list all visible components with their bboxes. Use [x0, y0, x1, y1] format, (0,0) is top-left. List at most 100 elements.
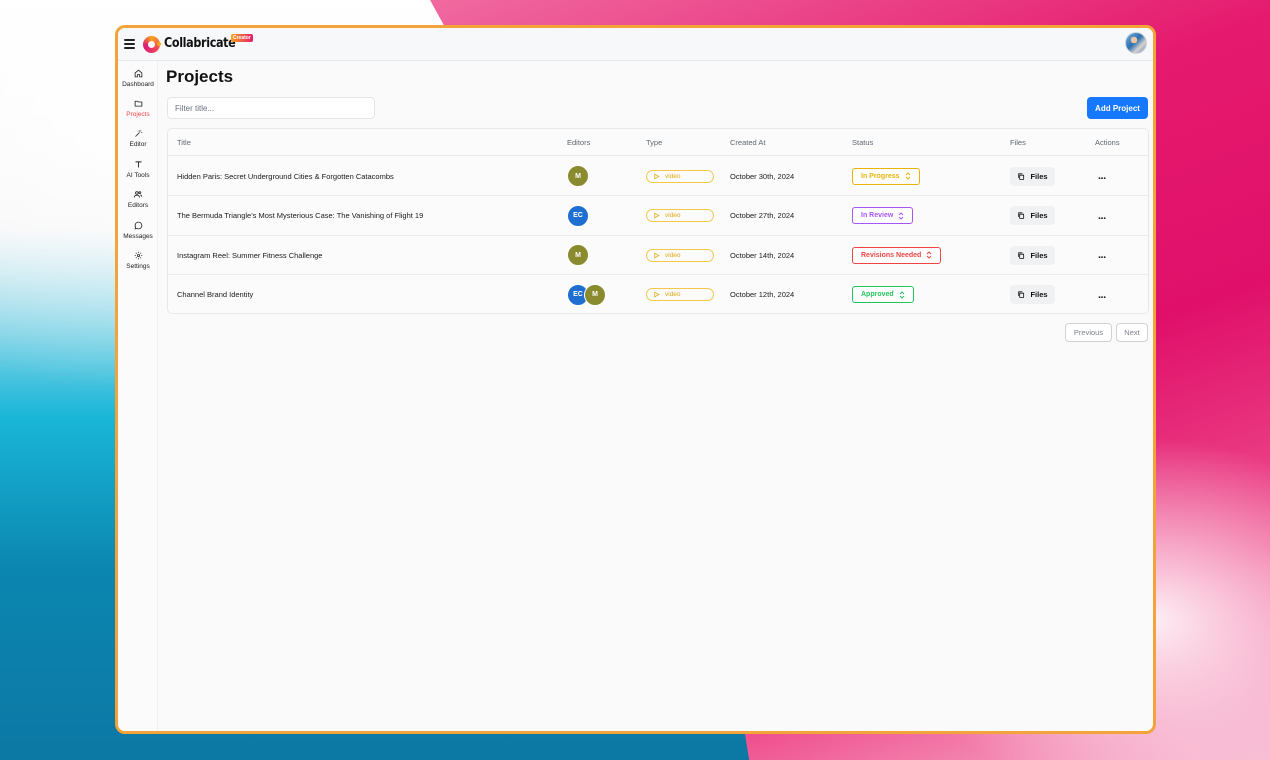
- table-row: Hidden Paris: Secret Underground Cities …: [168, 156, 1148, 196]
- sidebar-item-messages[interactable]: Messages: [118, 221, 158, 240]
- add-project-button[interactable]: Add Project: [1087, 97, 1148, 119]
- editors-cell: M: [567, 156, 589, 196]
- editors-cell: EC: [567, 196, 589, 236]
- creator-badge: Creator: [231, 34, 253, 42]
- page-title: Projects: [166, 67, 234, 86]
- sidebar-item-dashboard[interactable]: Dashboard: [118, 69, 158, 88]
- status-label: In Review: [861, 212, 894, 219]
- sidebar-item-projects[interactable]: Projects: [118, 99, 158, 118]
- message-icon: [134, 221, 142, 230]
- files-cell: Files: [1010, 156, 1055, 196]
- sidebar-item-settings[interactable]: Settings: [118, 251, 158, 270]
- editor-avatar[interactable]: M: [567, 244, 589, 266]
- project-title[interactable]: Hidden Paris: Secret Underground Cities …: [177, 156, 394, 196]
- gear-icon: [134, 251, 142, 260]
- sidebar-item-ai-tools[interactable]: AI Tools: [118, 160, 158, 179]
- chevron-up-down-icon: [898, 211, 904, 220]
- editor-avatar[interactable]: M: [584, 283, 606, 306]
- status-label: Revisions Needed: [861, 251, 922, 259]
- files-button[interactable]: Files: [1010, 285, 1055, 304]
- column-header-actions: Actions: [1095, 138, 1120, 147]
- copy-icon: [1018, 251, 1025, 259]
- play-icon: [654, 173, 660, 179]
- created-at: October 30th, 2024: [730, 171, 795, 181]
- home-icon: [134, 69, 142, 78]
- table-row: Instagram Reel: Summer Fitness Challenge…: [168, 235, 1148, 275]
- column-header-title: Title: [177, 138, 191, 147]
- editor-avatar[interactable]: M: [567, 165, 589, 187]
- status-dropdown[interactable]: In Review: [852, 207, 914, 224]
- menu-icon[interactable]: [124, 39, 135, 49]
- type-badge: video: [646, 248, 714, 262]
- sidebar-item-editors[interactable]: Editors: [118, 190, 158, 209]
- created-at: October 27th, 2024: [730, 211, 795, 220]
- table-row: Channel Brand Identity EC M video October…: [168, 275, 1148, 314]
- project-title[interactable]: Channel Brand Identity: [177, 275, 253, 314]
- next-page-button[interactable]: Next: [1116, 323, 1148, 342]
- status-label: In Progress: [861, 172, 900, 180]
- column-header-editors: Editors: [567, 138, 591, 147]
- column-header-created-at: Created At: [730, 138, 766, 147]
- column-header-status: Status: [852, 138, 874, 147]
- play-icon: [654, 212, 660, 219]
- type-cell: video: [646, 275, 714, 314]
- row-actions-menu[interactable]: ...: [1098, 275, 1106, 314]
- files-label: Files: [1030, 211, 1048, 220]
- previous-page-button[interactable]: Previous: [1065, 323, 1112, 342]
- chevron-up-down-icon: [905, 172, 910, 180]
- column-header-type: Type: [646, 138, 663, 147]
- project-title[interactable]: The Bermuda Triangle's Most Mysterious C…: [177, 196, 423, 236]
- table-row: The Bermuda Triangle's Most Mysterious C…: [168, 196, 1148, 236]
- type-label: video: [665, 172, 681, 180]
- type-badge: video: [646, 288, 714, 301]
- app-window: Collabricate Creator Dashboard Projects …: [115, 25, 1156, 734]
- row-actions-menu[interactable]: ...: [1098, 196, 1106, 236]
- table-header: Title Editors Type Created At Status Fil…: [168, 129, 1148, 156]
- type-label: video: [665, 291, 681, 298]
- user-avatar[interactable]: [1125, 32, 1147, 54]
- sidebar-item-label: Editor: [129, 141, 147, 148]
- files-cell: Files: [1010, 196, 1055, 236]
- status-dropdown[interactable]: In Progress: [852, 167, 920, 185]
- files-button[interactable]: Files: [1010, 245, 1055, 265]
- created-at: October 14th, 2024: [730, 250, 795, 260]
- text-icon: [135, 161, 141, 168]
- files-label: Files: [1030, 290, 1048, 299]
- top-bar: Collabricate Creator: [118, 28, 1153, 61]
- type-label: video: [665, 251, 681, 259]
- type-cell: video: [646, 235, 714, 275]
- folder-icon: [134, 100, 142, 107]
- files-button[interactable]: Files: [1010, 166, 1055, 186]
- sidebar-item-editor[interactable]: Editor: [118, 129, 158, 148]
- filter-title-input[interactable]: [167, 97, 375, 119]
- status-dropdown[interactable]: Revisions Needed: [852, 246, 942, 264]
- editor-avatar[interactable]: EC: [567, 204, 589, 227]
- logo-icon: [143, 36, 161, 53]
- status-cell: Revisions Needed: [852, 235, 942, 275]
- row-actions-menu[interactable]: ...: [1098, 235, 1106, 275]
- sidebar-item-label: AI Tools: [126, 172, 150, 179]
- files-button[interactable]: Files: [1010, 206, 1055, 225]
- sidebar-item-label: Dashboard: [122, 81, 154, 88]
- copy-icon: [1018, 212, 1025, 219]
- projects-table: Title Editors Type Created At Status Fil…: [167, 128, 1149, 314]
- files-cell: Files: [1010, 235, 1055, 275]
- copy-icon: [1018, 172, 1025, 180]
- type-cell: video: [646, 156, 714, 196]
- status-cell: In Review: [852, 196, 914, 236]
- sidebar: Dashboard Projects Editor AI Tools Edito…: [118, 61, 158, 731]
- sidebar-item-label: Projects: [126, 111, 150, 118]
- status-label: Approved: [861, 291, 894, 298]
- app-name: Collabricate: [164, 36, 236, 51]
- row-actions-menu[interactable]: ...: [1098, 156, 1106, 196]
- type-badge: video: [646, 169, 714, 183]
- status-dropdown[interactable]: Approved: [852, 286, 914, 303]
- files-cell: Files: [1010, 275, 1055, 314]
- play-icon: [654, 252, 660, 258]
- project-title[interactable]: Instagram Reel: Summer Fitness Challenge: [177, 235, 322, 275]
- play-icon: [654, 291, 660, 298]
- column-header-files: Files: [1010, 138, 1026, 147]
- files-label: Files: [1030, 171, 1048, 181]
- users-icon: [133, 191, 143, 198]
- chevron-up-down-icon: [899, 290, 905, 299]
